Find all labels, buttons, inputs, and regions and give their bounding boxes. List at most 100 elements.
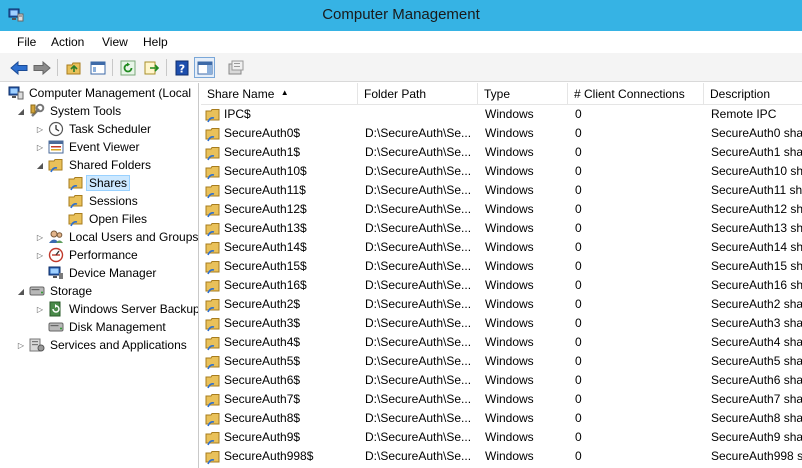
share-name-cell: SecureAuth4$	[224, 335, 301, 349]
expand-arrow-icon[interactable]: ▷	[35, 251, 45, 260]
menu-view[interactable]: View	[102, 35, 128, 49]
refresh-icon[interactable]	[117, 57, 138, 78]
description-cell: SecureAuth13 sh	[711, 221, 802, 235]
table-row[interactable]: IPC$ Windows 0 Remote IPC	[201, 105, 802, 124]
connections-cell: 0	[575, 126, 582, 140]
table-row[interactable]: SecureAuth6$ D:\SecureAuth\Se... Windows 0 S…	[201, 371, 802, 390]
table-row[interactable]: SecureAuth13$ D:\SecureAuth\Se... Windows 0…	[201, 219, 802, 238]
expand-arrow-icon[interactable]: ▷	[35, 305, 45, 314]
table-row[interactable]: SecureAuth12$ D:\SecureAuth\Se... Windows 0…	[201, 200, 802, 219]
toolbar-separator	[57, 59, 58, 76]
tree-item-label: Services and Applications	[50, 338, 187, 352]
collapse-arrow-icon[interactable]: ◢	[16, 107, 26, 116]
share-name-cell: SecureAuth7$	[224, 392, 301, 406]
share-name-cell: SecureAuth13$	[224, 221, 307, 235]
tree-item-label: Device Manager	[69, 266, 157, 280]
shared-folder-icon	[205, 145, 221, 161]
type-cell: Windows	[485, 430, 534, 444]
table-row[interactable]: SecureAuth8$ D:\SecureAuth\Se... Windows 0 S…	[201, 409, 802, 428]
table-row[interactable]: SecureAuth10$ D:\SecureAuth\Se... Windows 0…	[201, 162, 802, 181]
tree-item-services-and-applications[interactable]: ▷ Services and Applications	[16, 336, 189, 354]
table-row[interactable]: SecureAuth0$ D:\SecureAuth\Se... Windows 0 S…	[201, 124, 802, 143]
tree-item-storage[interactable]: ◢ Storage	[16, 282, 94, 300]
share-properties-icon[interactable]	[225, 57, 246, 78]
connections-cell: 0	[575, 297, 582, 311]
description-cell: SecureAuth2 sha	[711, 297, 802, 311]
column-share-name[interactable]: Share Name ▲	[201, 83, 358, 105]
folder-path-cell: D:\SecureAuth\Se...	[365, 297, 472, 311]
tree-item-computer-management[interactable]: Computer Management (Local	[8, 84, 193, 102]
tree-item-label: Task Scheduler	[69, 122, 152, 136]
share-name-cell: SecureAuth998$	[224, 449, 314, 463]
up-folder-icon[interactable]	[63, 57, 84, 78]
share-name-cell: SecureAuth9$	[224, 430, 301, 444]
storage-icon	[29, 283, 45, 299]
expand-arrow-icon[interactable]: ▷	[35, 125, 45, 134]
help-icon[interactable]: ?	[171, 57, 192, 78]
folder-path-cell: D:\SecureAuth\Se...	[365, 259, 472, 273]
expand-arrow-icon[interactable]: ▷	[35, 233, 45, 242]
tree-item-label: System Tools	[50, 104, 122, 118]
menu-help[interactable]: Help	[143, 35, 168, 49]
table-row[interactable]: SecureAuth16$ D:\SecureAuth\Se... Windows 0…	[201, 276, 802, 295]
column-description[interactable]: Description	[704, 83, 802, 105]
list-header: Share Name ▲ Folder Path Type # Client C…	[201, 83, 802, 105]
column-client-connections[interactable]: # Client Connections	[568, 83, 704, 105]
tree-item-shared-folders[interactable]: ◢ Shared Folders	[35, 156, 153, 174]
tree-item-system-tools[interactable]: ◢ System Tools	[16, 102, 123, 120]
toolbar: ?	[0, 53, 802, 82]
collapse-arrow-icon[interactable]: ◢	[16, 287, 26, 296]
connections-cell: 0	[575, 183, 582, 197]
table-row[interactable]: SecureAuth2$ D:\SecureAuth\Se... Windows 0 S…	[201, 295, 802, 314]
table-row[interactable]: SecureAuth5$ D:\SecureAuth\Se... Windows 0 S…	[201, 352, 802, 371]
folder-path-cell: D:\SecureAuth\Se...	[365, 335, 472, 349]
description-cell: SecureAuth9 sha	[711, 430, 802, 444]
tree-item-disk-management[interactable]: Disk Management	[35, 318, 168, 336]
tree-item-performance[interactable]: ▷ Performance	[35, 246, 140, 264]
tree-item-device-manager[interactable]: Device Manager	[35, 264, 158, 282]
column-type[interactable]: Type	[478, 83, 568, 105]
table-row[interactable]: SecureAuth4$ D:\SecureAuth\Se... Windows 0 S…	[201, 333, 802, 352]
tree-item-sessions[interactable]: Sessions	[68, 192, 140, 210]
folder-path-cell: D:\SecureAuth\Se...	[365, 202, 472, 216]
table-row[interactable]: SecureAuth11$ D:\SecureAuth\Se... Windows 0…	[201, 181, 802, 200]
expand-arrow-icon[interactable]: ▷	[35, 143, 45, 152]
connections-cell: 0	[575, 430, 582, 444]
menu-action[interactable]: Action	[51, 35, 84, 49]
shares-list: Share Name ▲ Folder Path Type # Client C…	[201, 83, 802, 468]
forward-icon[interactable]	[31, 57, 52, 78]
tree-item-windows-server-backup[interactable]: ▷ Windows Server Backup	[35, 300, 198, 318]
table-row[interactable]: SecureAuth15$ D:\SecureAuth\Se... Windows 0…	[201, 257, 802, 276]
shared-folder-icon	[205, 202, 221, 218]
tree-item-shares[interactable]: Shares	[68, 174, 131, 192]
type-cell: Windows	[485, 107, 534, 121]
type-cell: Windows	[485, 392, 534, 406]
back-icon[interactable]	[8, 57, 29, 78]
folder-path-cell: D:\SecureAuth\Se...	[365, 126, 472, 140]
table-row[interactable]: SecureAuth3$ D:\SecureAuth\Se... Windows 0 S…	[201, 314, 802, 333]
tree-item-event-viewer[interactable]: ▷ Event Viewer	[35, 138, 141, 156]
description-cell: SecureAuth4 sha	[711, 335, 802, 349]
share-name-cell: SecureAuth1$	[224, 145, 301, 159]
expand-arrow-icon[interactable]: ▷	[16, 341, 26, 350]
table-row[interactable]: SecureAuth1$ D:\SecureAuth\Se... Windows 0 S…	[201, 143, 802, 162]
type-cell: Windows	[485, 354, 534, 368]
collapse-arrow-icon[interactable]: ◢	[35, 161, 45, 170]
table-row[interactable]: SecureAuth14$ D:\SecureAuth\Se... Windows 0…	[201, 238, 802, 257]
shared-folder-icon	[68, 211, 84, 227]
type-cell: Windows	[485, 278, 534, 292]
show-hide-tree-icon[interactable]	[87, 57, 108, 78]
share-name-cell: SecureAuth8$	[224, 411, 301, 425]
column-folder-path[interactable]: Folder Path	[358, 83, 478, 105]
tree-item-task-scheduler[interactable]: ▷ Task Scheduler	[35, 120, 153, 138]
export-list-icon[interactable]	[141, 57, 162, 78]
action-pane-icon[interactable]	[194, 57, 215, 78]
table-row[interactable]: SecureAuth7$ D:\SecureAuth\Se... Windows 0 S…	[201, 390, 802, 409]
type-cell: Windows	[485, 373, 534, 387]
connections-cell: 0	[575, 259, 582, 273]
menu-file[interactable]: File	[17, 35, 36, 49]
tree-item-local-users-and-groups[interactable]: ▷ Local Users and Groups	[35, 228, 198, 246]
tree-item-open-files[interactable]: Open Files	[68, 210, 149, 228]
table-row[interactable]: SecureAuth9$ D:\SecureAuth\Se... Windows 0 S…	[201, 428, 802, 447]
table-row[interactable]: SecureAuth998$ D:\SecureAuth\Se... Windows…	[201, 447, 802, 466]
